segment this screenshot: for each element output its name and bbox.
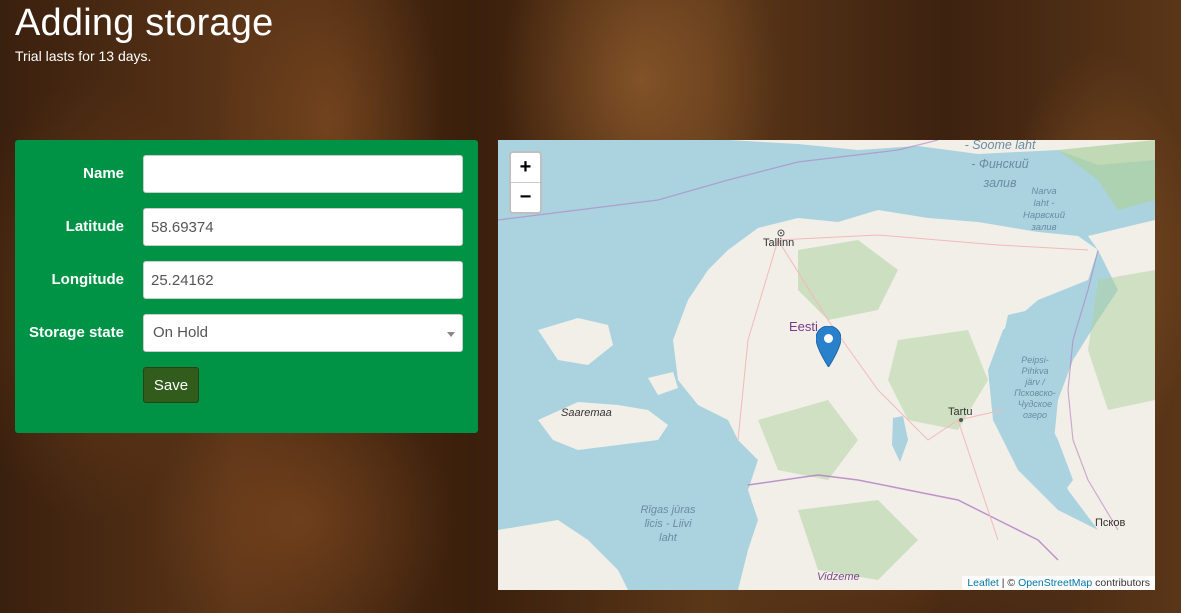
name-row: Name bbox=[15, 155, 478, 193]
map-label-riga-gulf: Rīgas jūras līcis - Liivi laht bbox=[640, 504, 696, 544]
longitude-label: Longitude bbox=[51, 271, 124, 288]
storage-state-label: Storage state bbox=[28, 324, 124, 341]
zoom-out-button[interactable]: − bbox=[511, 183, 540, 212]
storage-form: Name Latitude Longitude Storage state On… bbox=[15, 140, 478, 433]
name-input[interactable] bbox=[143, 155, 463, 193]
name-label: Name bbox=[83, 165, 124, 182]
map-label-vidzeme: Vidzeme bbox=[817, 571, 860, 583]
map-label-peipsi: Peipsi- Pihkva järv / Псковско- Чудское … bbox=[1014, 355, 1056, 420]
map-label-pskov: Псков bbox=[1095, 517, 1126, 529]
latitude-label: Latitude bbox=[65, 218, 124, 235]
openstreetmap-link[interactable]: OpenStreetMap bbox=[1018, 577, 1092, 589]
latitude-input[interactable] bbox=[143, 208, 463, 246]
map-attribution: Leaflet | © OpenStreetMap contributors bbox=[962, 576, 1155, 590]
map-label-tartu: Tartu bbox=[948, 406, 973, 418]
leaflet-link[interactable]: Leaflet bbox=[967, 577, 999, 589]
zoom-in-button[interactable]: + bbox=[511, 153, 540, 183]
chevron-down-icon bbox=[447, 332, 455, 337]
map-label-eesti: Eesti bbox=[789, 319, 818, 334]
latitude-row: Latitude bbox=[15, 208, 478, 246]
map-label-tallinn: Tallinn bbox=[763, 237, 795, 249]
storage-state-value: On Hold bbox=[153, 324, 209, 341]
storage-state-row: Storage state On Hold bbox=[15, 314, 478, 352]
longitude-input[interactable] bbox=[143, 261, 463, 299]
attribution-contributors: contributors bbox=[1092, 577, 1150, 589]
attribution-separator: | © bbox=[998, 577, 1019, 589]
page-title: Adding storage bbox=[15, 2, 274, 44]
trial-notice: Trial lasts for 13 days. bbox=[15, 48, 152, 64]
storage-state-select[interactable]: On Hold bbox=[143, 314, 463, 352]
save-button[interactable]: Save bbox=[143, 367, 199, 403]
map-label-narva: Narva laht - Нарвский залив bbox=[1023, 186, 1065, 233]
map-label-saaremaa: Saaremaa bbox=[561, 407, 612, 419]
map[interactable]: + − - Soome laht - Финский залив Narva l… bbox=[498, 140, 1155, 590]
longitude-row: Longitude bbox=[15, 261, 478, 299]
zoom-control: + − bbox=[509, 151, 542, 214]
